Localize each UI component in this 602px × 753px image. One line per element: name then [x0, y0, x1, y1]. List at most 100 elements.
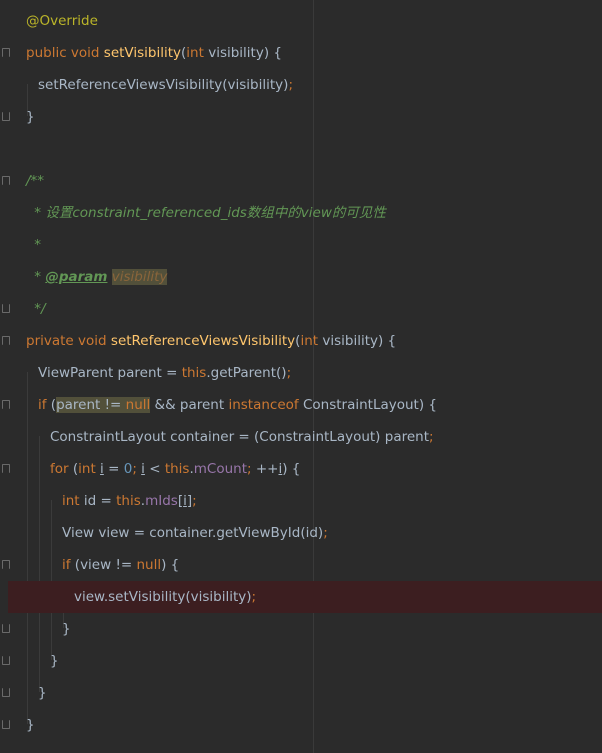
code-token: null — [136, 557, 162, 573]
code-line[interactable]: if (view != null) { — [0, 549, 602, 581]
fold-marker-icon[interactable] — [2, 624, 10, 633]
code-token: View view = container.getViewById(id) — [62, 525, 324, 541]
code-text: public void setVisibility(int visibility… — [26, 37, 282, 69]
code-line[interactable]: @Override — [0, 5, 602, 37]
code-token: this — [116, 493, 141, 509]
code-line[interactable]: * 设置constraint_referenced_ids数组中的view的可见… — [0, 197, 602, 229]
code-token: ; — [288, 77, 293, 93]
code-token: int — [62, 493, 84, 509]
code-token: ++ — [255, 461, 279, 477]
code-line[interactable]: } — [0, 613, 602, 645]
code-token: ) { — [161, 557, 180, 573]
code-text: } — [62, 613, 71, 645]
code-token: @Override — [26, 13, 98, 29]
code-text: for (int i = 0; i < this.mCount; ++i) { — [50, 453, 300, 485]
code-text: ConstraintLayout container = (Constraint… — [50, 421, 434, 453]
fold-marker-icon[interactable] — [2, 560, 10, 569]
code-line[interactable]: public void setVisibility(int visibility… — [0, 37, 602, 69]
code-token: visibility — [111, 269, 168, 285]
code-line[interactable]: ViewParent parent = this.getParent(); — [0, 357, 602, 389]
code-line[interactable]: */ — [0, 293, 602, 325]
code-text: View view = container.getViewById(id); — [62, 517, 328, 549]
code-token: } — [26, 109, 35, 125]
code-text: * 设置constraint_referenced_ids数组中的view的可见… — [30, 197, 386, 229]
code-editor[interactable]: @Override public void setVisibility(int v… — [0, 0, 602, 753]
code-text: } — [38, 677, 47, 709]
code-token: ; — [132, 461, 142, 477]
code-token: */ — [30, 301, 46, 317]
code-line[interactable]: int id = this.mIds[i]; — [0, 485, 602, 517]
code-text: * @param visibility — [30, 261, 168, 293]
code-line-error[interactable]: view.setVisibility(visibility); — [8, 581, 602, 613]
code-line[interactable]: private void setReferenceViewsVisibility… — [0, 325, 602, 357]
code-line[interactable]: for (int i = 0; i < this.mCount; ++i) { — [0, 453, 602, 485]
code-token: this — [181, 365, 207, 381]
code-token: mCount — [193, 461, 248, 477]
code-token: (view != — [74, 557, 137, 573]
code-text: private void setReferenceViewsVisibility… — [26, 325, 396, 357]
code-token: && parent — [150, 397, 229, 413]
code-text: ViewParent parent = this.getParent(); — [38, 357, 291, 389]
code-token: int — [78, 461, 101, 477]
code-text: setReferenceViewsVisibility(visibility); — [38, 69, 293, 101]
fold-marker-icon[interactable] — [2, 688, 10, 697]
code-token: setReferenceViewsVisibility — [110, 333, 296, 349]
code-token: id = — [83, 493, 117, 509]
code-line[interactable]: } — [0, 677, 602, 709]
code-line[interactable]: View view = container.getViewById(id); — [0, 517, 602, 549]
code-token: * 设置constraint_referenced_ids数组中的view的可见… — [30, 205, 386, 221]
code-token: ; — [192, 493, 197, 509]
fold-marker-icon[interactable] — [2, 336, 10, 345]
code-text: @Override — [26, 5, 98, 37]
code-token: ) { — [282, 461, 301, 477]
code-text: int id = this.mIds[i]; — [62, 485, 197, 517]
code-token: } — [26, 717, 35, 733]
code-token: ViewParent parent = — [38, 365, 182, 381]
fold-marker-icon[interactable] — [2, 48, 10, 57]
code-line[interactable] — [0, 133, 602, 165]
code-text: if (parent != null && parent instanceof … — [38, 389, 437, 421]
code-token: void — [78, 333, 111, 349]
code-line[interactable]: if (parent != null && parent instanceof … — [0, 389, 602, 421]
code-token: int — [186, 45, 209, 61]
code-token: view.setVisibility(visibility) — [74, 589, 252, 605]
code-token: ; — [251, 589, 257, 605]
code-line[interactable]: } — [0, 645, 602, 677]
fold-marker-icon[interactable] — [2, 464, 10, 473]
code-text: } — [50, 645, 59, 677]
fold-marker-icon[interactable] — [2, 112, 10, 121]
code-token: this — [164, 461, 190, 477]
code-token: /** — [26, 173, 45, 189]
code-line[interactable]: setReferenceViewsVisibility(visibility); — [0, 69, 602, 101]
code-token: public — [26, 45, 71, 61]
code-text: */ — [30, 293, 46, 325]
code-token: instanceof — [228, 397, 303, 413]
fold-marker-icon[interactable] — [2, 176, 10, 185]
code-line[interactable]: } — [0, 101, 602, 133]
code-line[interactable]: * — [0, 229, 602, 261]
code-line[interactable]: * @param visibility — [0, 261, 602, 293]
code-token: setReferenceViewsVisibility(visibility) — [38, 77, 289, 93]
fold-marker-icon[interactable] — [2, 656, 10, 665]
code-line[interactable]: /** — [0, 165, 602, 197]
code-token: ; — [323, 525, 328, 541]
fold-marker-icon[interactable] — [2, 400, 10, 409]
code-token: ; — [429, 429, 434, 445]
code-token: ConstraintLayout container = (Constraint… — [50, 429, 429, 445]
code-text: * — [30, 229, 41, 261]
code-line[interactable]: ConstraintLayout container = (Constraint… — [0, 421, 602, 453]
code-text: } — [26, 101, 35, 133]
code-token: .getParent() — [206, 365, 287, 381]
code-line[interactable]: } — [0, 709, 602, 741]
code-token: for — [50, 461, 73, 477]
code-token: @param — [45, 269, 108, 285]
code-token: if — [62, 557, 75, 573]
code-token: ConstraintLayout) { — [302, 397, 437, 413]
code-text: view.setVisibility(visibility); — [74, 581, 256, 613]
code-token: } — [50, 653, 59, 669]
code-token: int — [300, 333, 323, 349]
code-token: * — [30, 269, 46, 285]
code-token: } — [62, 621, 71, 637]
fold-marker-icon[interactable] — [2, 720, 10, 729]
fold-marker-icon[interactable] — [2, 304, 10, 313]
